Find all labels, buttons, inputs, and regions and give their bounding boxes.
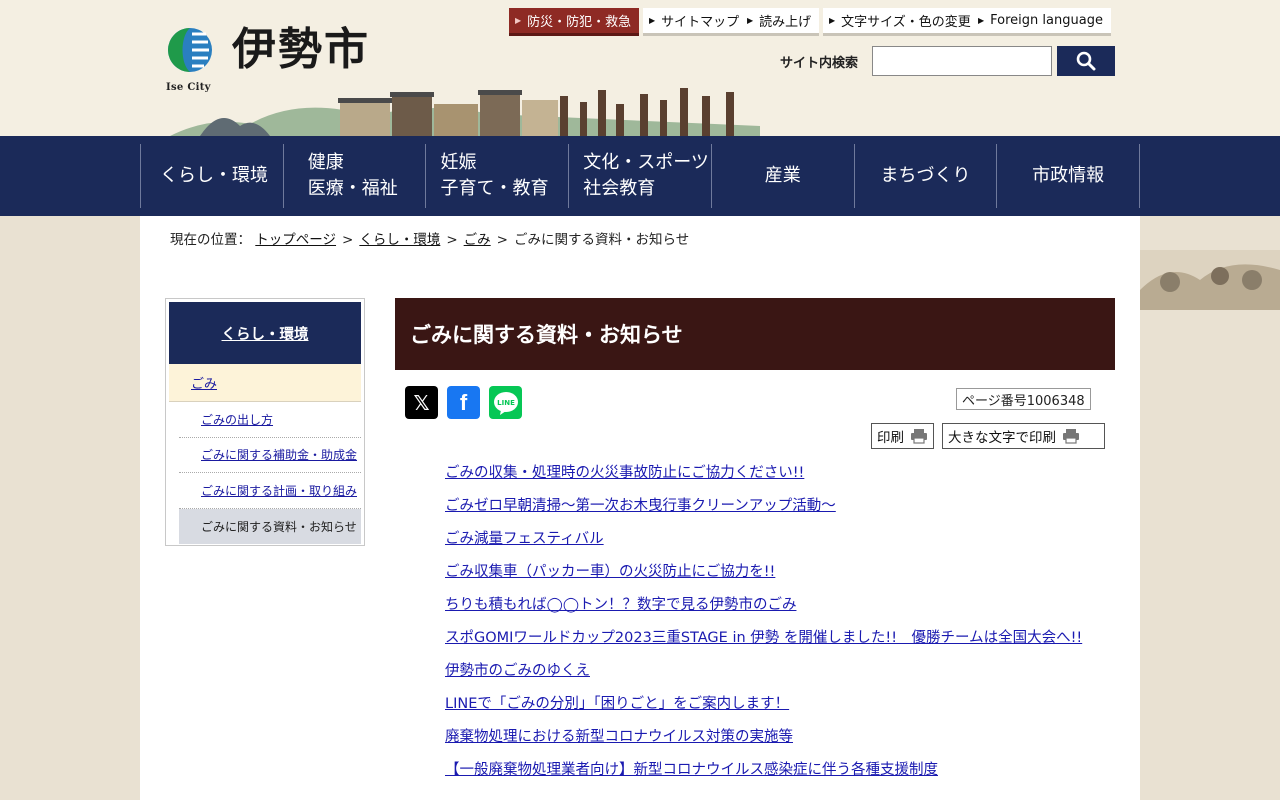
sidenav-category-link[interactable]: ごみ [191, 373, 217, 392]
article-link[interactable]: 【一般廃棄物処理業者向け】新型コロナウイルス感染症に伴う各種支援制度 [445, 762, 938, 778]
sidenav-item-link[interactable]: ごみの出し方 [201, 411, 273, 428]
breadcrumb: 現在の位置： トップページ > くらし・環境 > ごみ > ごみに関する資料・お知らせ [170, 232, 690, 248]
disaster-link[interactable]: ▶ 防災・防犯・救急 [509, 8, 640, 36]
sidenav-item-current: ごみに関する資料・お知らせ [179, 508, 361, 544]
svg-text:LINE: LINE [497, 399, 515, 407]
global-nav: くらし・環境 健康 医療・福祉 妊娠 子育て・教育 文化・スポーツ 社会教育 産業 ま… [0, 136, 1280, 216]
city-emblem-icon[interactable] [166, 26, 214, 82]
x-share-icon[interactable]: 𝕏 [405, 386, 438, 419]
printer-icon [1063, 429, 1079, 444]
list-item: 【一般廃棄物処理業者向け】新型コロナウイルス感染症に伴う各種支援制度 [445, 759, 1105, 782]
article-link[interactable]: ごみの収集・処理時の火災事故防止にご協力ください!! [445, 465, 804, 481]
article-link[interactable]: ちりも積もれば◯◯トン！？数字で見る伊勢市のごみ [445, 597, 796, 613]
list-item: ごみ減量フェスティバル [445, 528, 1105, 551]
article-link[interactable]: スポGOMIワールドカップ2023三重STAGE in 伊勢 を開催しました!!… [445, 630, 1082, 646]
townscape-illustration [170, 88, 760, 136]
list-item: スポGOMIワールドカップ2023三重STAGE in 伊勢 を開催しました!!… [445, 627, 1105, 650]
gnav-item-culture[interactable]: 文化・スポーツ 社会教育 [569, 144, 712, 208]
article-link[interactable]: 廃棄物処理における新型コロナウイルス対策の実施等 [445, 729, 793, 745]
decorative-artwork [1140, 250, 1280, 310]
list-item: ごみ収集車（パッカー車）の火災防止にご協力を!! [445, 561, 1105, 584]
sidenav-item: ごみの出し方 [179, 402, 361, 438]
triangle-right-icon: ▶ [829, 16, 836, 25]
print-large-text-button[interactable]: 大きな文字で印刷 [942, 423, 1105, 449]
line-logo-icon: LINE [493, 391, 518, 415]
list-item: 伊勢市のごみのゆくえ [445, 660, 1105, 683]
list-item: ちりも積もれば◯◯トン！？数字で見る伊勢市のごみ [445, 594, 1105, 617]
text-size-link[interactable]: ▶ 文字サイズ・色の変更 [823, 8, 979, 36]
sidenav-heading-link[interactable]: くらし・環境 [222, 323, 309, 344]
gnav-item-town[interactable]: まちづくり [855, 144, 998, 208]
breadcrumb-link-living[interactable]: くらし・環境 [359, 232, 440, 248]
search-icon [1076, 51, 1096, 71]
site-header: Ise City 伊勢市 ▶ 防災・防犯・救急 ▶ サイトマップ ▶ 読み上げ ▶ 文字… [0, 0, 1280, 136]
article-list: ごみの収集・処理時の火災事故防止にご協力ください!! ごみゼロ早朝清掃～第一次お… [445, 462, 1105, 792]
breadcrumb-link-garbage[interactable]: ごみ [464, 232, 491, 248]
search-button[interactable] [1057, 46, 1115, 76]
triangle-right-icon: ▶ [515, 16, 522, 25]
search-label: サイト内検索 [780, 56, 859, 71]
sidenav-item-link[interactable]: ごみに関する補助金・助成金 [201, 446, 357, 463]
gnav-item-living[interactable]: くらし・環境 [141, 144, 284, 208]
sidenav-item-link[interactable]: ごみに関する計画・取り組み [201, 482, 357, 499]
triangle-right-icon: ▶ [978, 16, 985, 25]
breadcrumb-link-top[interactable]: トップページ [255, 232, 336, 248]
list-item: LINEで「ごみの分別」「困りごと」をご案内します！ [445, 693, 1105, 716]
read-aloud-link[interactable]: ▶ 読み上げ [741, 8, 820, 36]
print-button[interactable]: 印刷 [871, 423, 934, 449]
gnav-item-childcare[interactable]: 妊娠 子育て・教育 [426, 144, 570, 208]
sidenav-heading: くらし・環境 [169, 302, 361, 364]
sidenav-item: ごみに関する計画・取り組み [179, 473, 361, 509]
line-share-icon[interactable]: LINE [489, 386, 522, 419]
site-logo-title[interactable]: 伊勢市 [232, 28, 370, 72]
sitemap-link[interactable]: ▶ サイトマップ [643, 8, 748, 36]
search-input[interactable] [872, 46, 1052, 76]
foreign-language-link[interactable]: ▶ Foreign language [972, 8, 1111, 36]
list-item: 廃棄物処理における新型コロナウイルス対策の実施等 [445, 726, 1105, 749]
triangle-right-icon: ▶ [649, 16, 656, 25]
sidenav-current-category: ごみ [169, 364, 361, 402]
list-item: ごみの収集・処理時の火災事故防止にご協力ください!! [445, 462, 1105, 485]
sidenav-item: ごみに関する補助金・助成金 [179, 438, 361, 473]
article-link[interactable]: ごみ収集車（パッカー車）の火災防止にご協力を!! [445, 564, 775, 580]
facebook-share-icon[interactable]: f [447, 386, 480, 419]
main-content: 現在の位置： トップページ > くらし・環境 > ごみ > ごみに関する資料・お知らせ くら… [140, 216, 1140, 800]
printer-icon [911, 429, 927, 444]
list-item: ごみゼロ早朝清掃～第一次お木曳行事クリーンアップ活動～ [445, 495, 1105, 518]
side-nav: くらし・環境 ごみ ごみの出し方 ごみに関する補助金・助成金 ごみに関する計画・… [165, 298, 365, 546]
gnav-item-health[interactable]: 健康 医療・福祉 [284, 144, 427, 208]
page-number: ページ番号1006348 [956, 388, 1091, 410]
triangle-right-icon: ▶ [747, 16, 754, 25]
page-title: ごみに関する資料・お知らせ [395, 298, 1115, 370]
gnav-item-industry[interactable]: 産業 [712, 144, 855, 208]
article-link[interactable]: ごみ減量フェスティバル [445, 531, 604, 547]
article-link[interactable]: 伊勢市のごみのゆくえ [445, 663, 590, 679]
article-link[interactable]: ごみゼロ早朝清掃～第一次お木曳行事クリーンアップ活動～ [445, 498, 836, 514]
article-link[interactable]: LINEで「ごみの分別」「困りごと」をご案内します！ [445, 696, 789, 712]
breadcrumb-current: ごみに関する資料・お知らせ [513, 232, 690, 248]
gnav-item-city-info[interactable]: 市政情報 [997, 144, 1140, 208]
